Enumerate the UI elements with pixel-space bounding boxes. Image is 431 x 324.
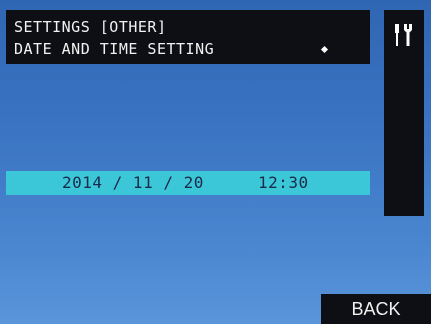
cursor-dot-icon	[320, 45, 329, 54]
date-value[interactable]: 2014 / 11 / 20	[62, 173, 204, 192]
settings-screen: SETTINGS [OTHER] DATE AND TIME SETTING 2…	[0, 0, 431, 324]
back-button[interactable]: BACK	[321, 294, 431, 324]
time-value[interactable]: 12:30	[258, 173, 309, 192]
screen-title: SETTINGS [OTHER]	[14, 18, 167, 36]
title-bar: SETTINGS [OTHER] DATE AND TIME SETTING	[6, 10, 370, 64]
screen-subtitle: DATE AND TIME SETTING	[14, 40, 215, 58]
tools-icon[interactable]	[392, 22, 416, 48]
side-panel	[384, 10, 424, 216]
date-time-field[interactable]: 2014 / 11 / 20 12:30	[6, 171, 370, 195]
